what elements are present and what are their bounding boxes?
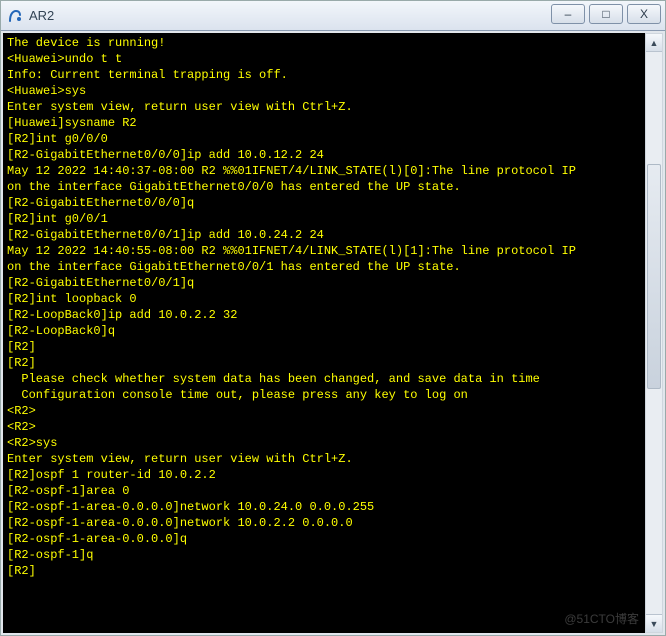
terminal-line: [R2-ospf-1-area-0.0.0.0]network 10.0.2.2… <box>7 515 641 531</box>
terminal-line: [R2]ospf 1 router-id 10.0.2.2 <box>7 467 641 483</box>
terminal-line: <Huawei>sys <box>7 83 641 99</box>
terminal-line: [R2] <box>7 355 641 371</box>
terminal[interactable]: The device is running!<Huawei>undo t tIn… <box>3 33 645 633</box>
terminal-line: [R2]int g0/0/1 <box>7 211 641 227</box>
terminal-line: Info: Current terminal trapping is off. <box>7 67 641 83</box>
terminal-line: [R2]int loopback 0 <box>7 291 641 307</box>
terminal-line: [R2-ospf-1]area 0 <box>7 483 641 499</box>
terminal-line: <R2>sys <box>7 435 641 451</box>
window: AR2 – □ X The device is running!<Huawei>… <box>0 0 666 636</box>
terminal-line: Please check whether system data has bee… <box>7 371 641 387</box>
close-button[interactable]: X <box>627 4 661 24</box>
maximize-button[interactable]: □ <box>589 4 623 24</box>
terminal-line: Enter system view, return user view with… <box>7 451 641 467</box>
terminal-line: May 12 2022 14:40:37-08:00 R2 %%01IFNET/… <box>7 163 641 179</box>
terminal-line: Enter system view, return user view with… <box>7 99 641 115</box>
terminal-line: on the interface GigabitEthernet0/0/1 ha… <box>7 259 641 275</box>
terminal-line: May 12 2022 14:40:55-08:00 R2 %%01IFNET/… <box>7 243 641 259</box>
terminal-line: [R2] <box>7 563 641 579</box>
terminal-line: Configuration console time out, please p… <box>7 387 641 403</box>
terminal-line: [Huawei]sysname R2 <box>7 115 641 131</box>
scroll-track[interactable] <box>646 52 662 614</box>
terminal-line: [R2-ospf-1]q <box>7 547 641 563</box>
scroll-thumb[interactable] <box>647 164 661 389</box>
minimize-button[interactable]: – <box>551 4 585 24</box>
scroll-up-button[interactable]: ▲ <box>646 34 662 52</box>
terminal-line: The device is running! <box>7 35 641 51</box>
terminal-line: on the interface GigabitEthernet0/0/0 ha… <box>7 179 641 195</box>
scrollbar[interactable]: ▲ ▼ <box>645 33 663 633</box>
scroll-down-button[interactable]: ▼ <box>646 614 662 632</box>
terminal-line: [R2-GigabitEthernet0/0/1]q <box>7 275 641 291</box>
window-title: AR2 <box>29 8 54 23</box>
terminal-line: [R2-GigabitEthernet0/0/0]ip add 10.0.12.… <box>7 147 641 163</box>
terminal-line: <R2> <box>7 403 641 419</box>
terminal-line: [R2-LoopBack0]ip add 10.0.2.2 32 <box>7 307 641 323</box>
ensp-icon <box>7 8 23 24</box>
title-bar[interactable]: AR2 – □ X <box>1 1 665 31</box>
terminal-line: <Huawei>undo t t <box>7 51 641 67</box>
terminal-line: [R2-ospf-1-area-0.0.0.0]q <box>7 531 641 547</box>
terminal-line: [R2] <box>7 339 641 355</box>
terminal-line: [R2-LoopBack0]q <box>7 323 641 339</box>
terminal-line: [R2-GigabitEthernet0/0/1]ip add 10.0.24.… <box>7 227 641 243</box>
terminal-line: [R2-GigabitEthernet0/0/0]q <box>7 195 641 211</box>
terminal-line: [R2-ospf-1-area-0.0.0.0]network 10.0.24.… <box>7 499 641 515</box>
window-controls: – □ X <box>551 4 661 24</box>
terminal-line: <R2> <box>7 419 641 435</box>
client-area: The device is running!<Huawei>undo t tIn… <box>1 31 665 635</box>
terminal-line: [R2]int g0/0/0 <box>7 131 641 147</box>
